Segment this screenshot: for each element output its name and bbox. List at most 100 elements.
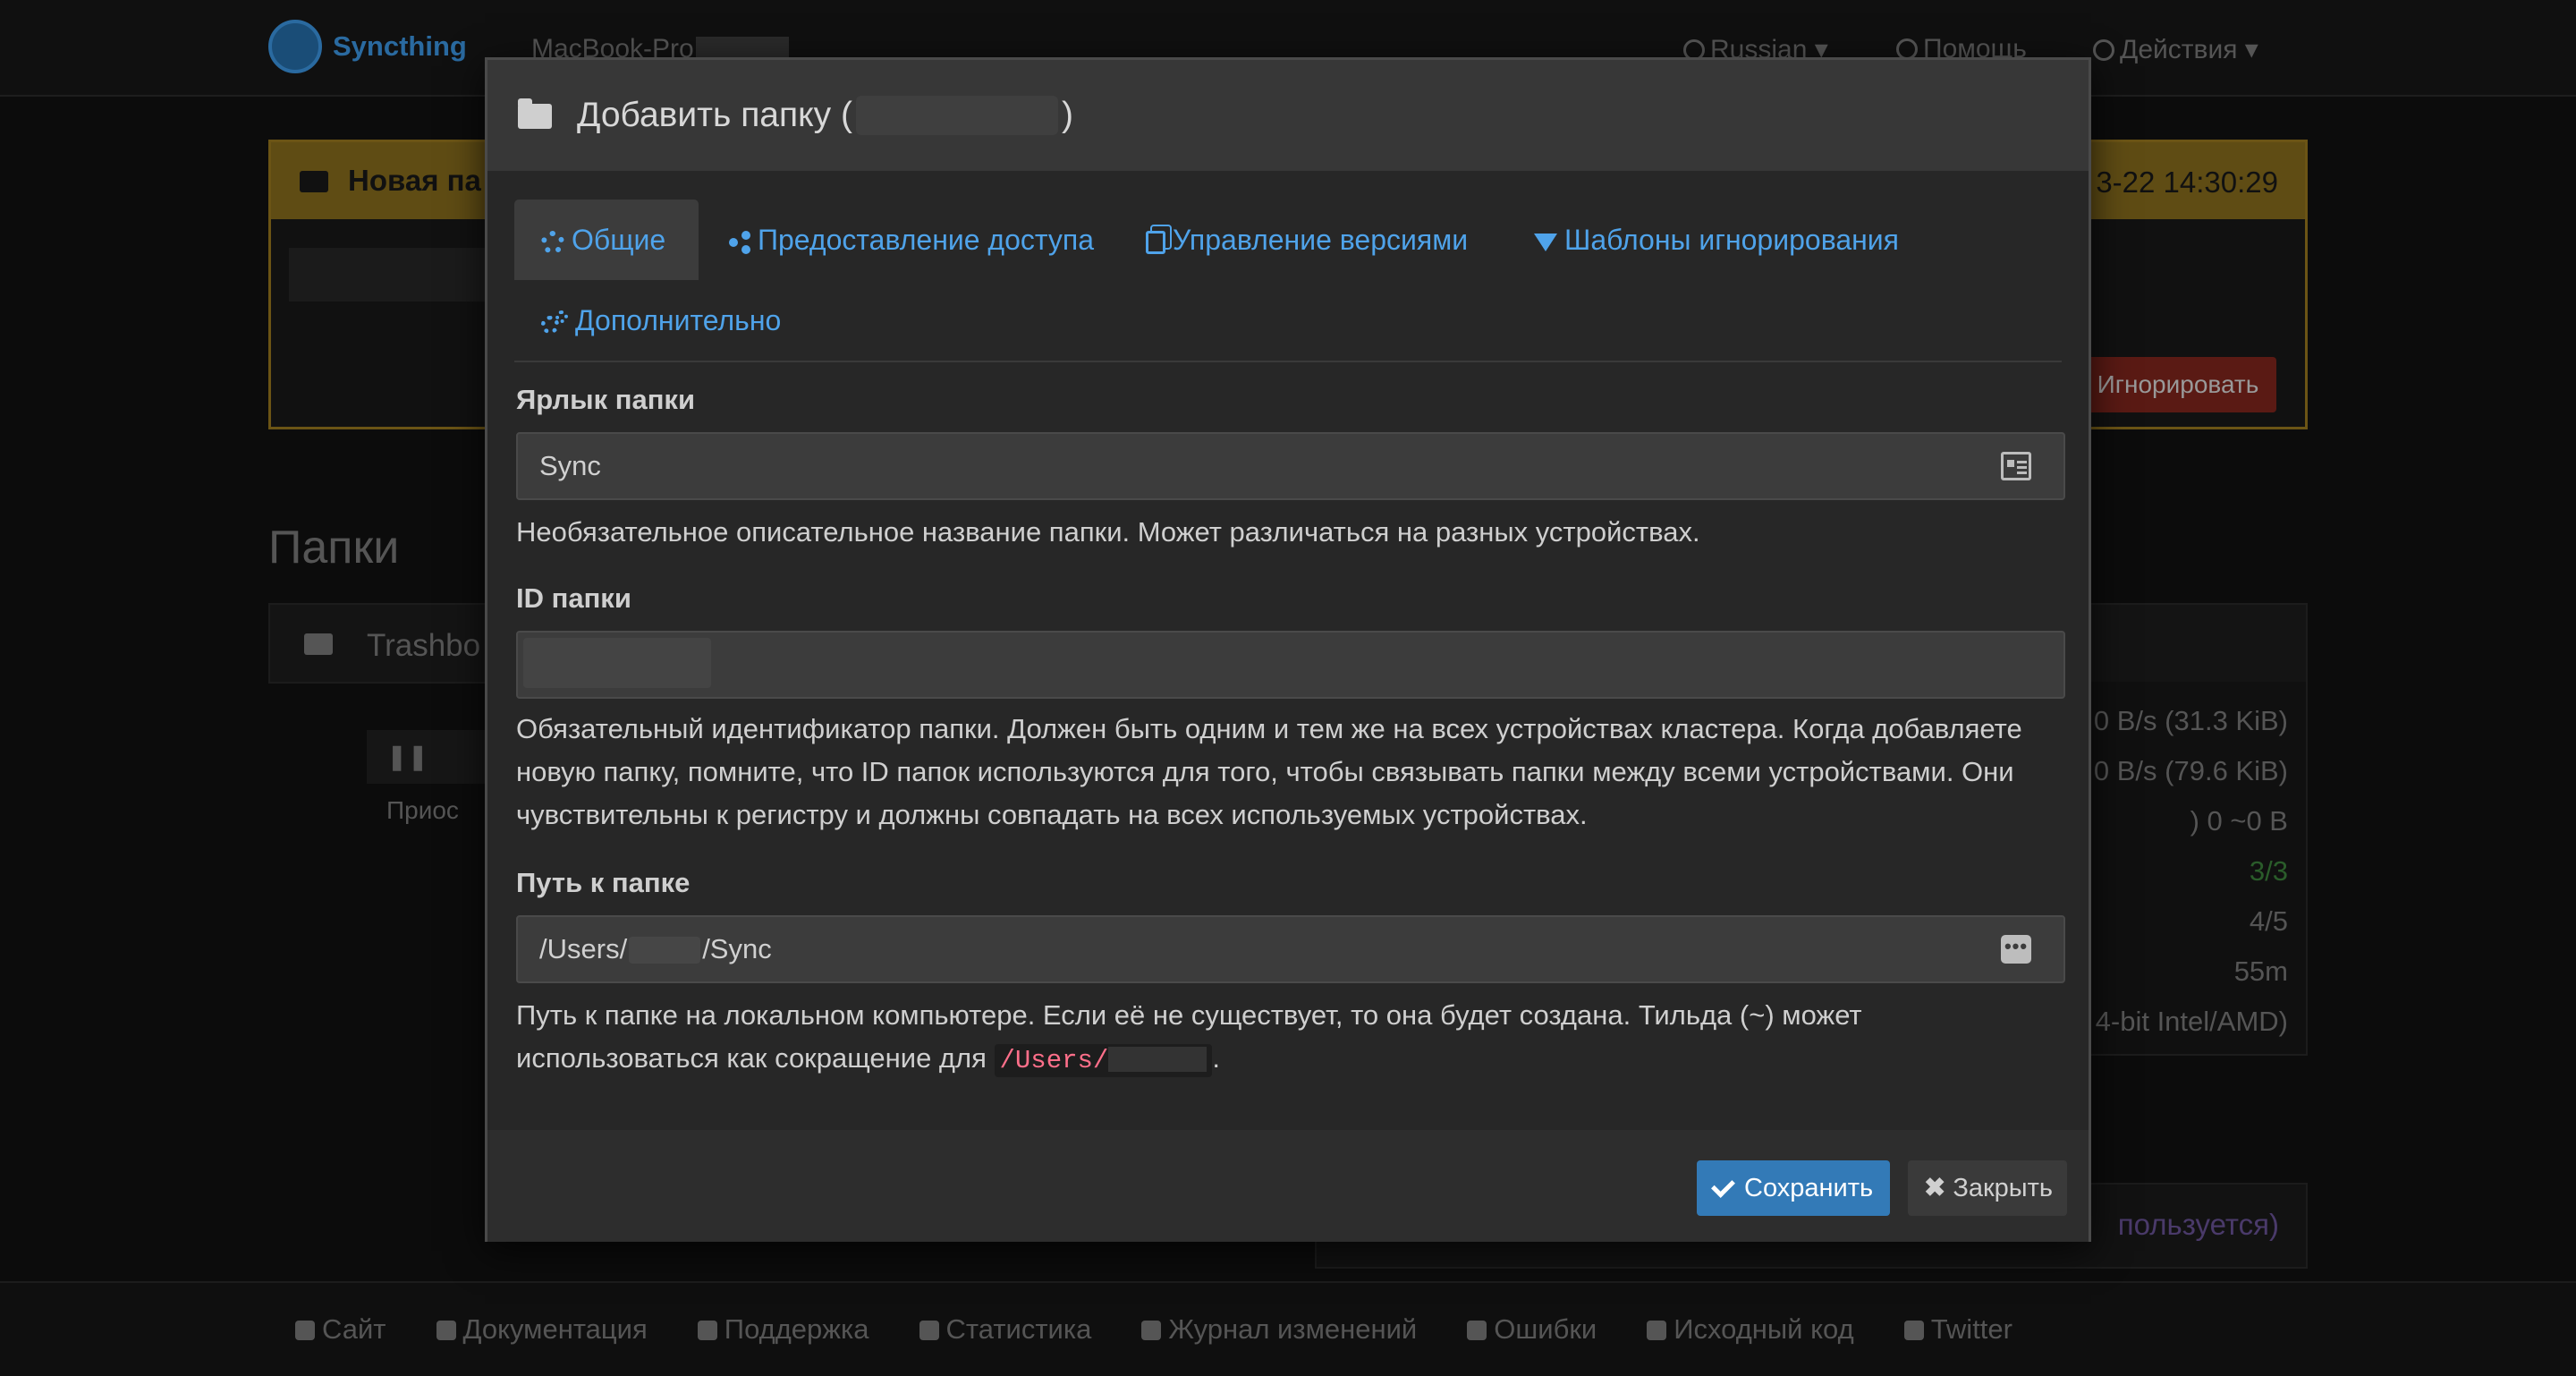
folder-path-prefix: /Users/ — [539, 933, 628, 964]
footer-link-site[interactable]: Сайт — [295, 1313, 386, 1346]
home-path-code: /Users/ — [994, 1044, 1213, 1077]
footer-link-support[interactable]: Поддержка — [697, 1313, 869, 1346]
modal-tabs: Общие Предоставление доступа Управление … — [514, 200, 2062, 362]
id-card-icon — [2001, 452, 2031, 480]
redacted-block — [1108, 1047, 1208, 1072]
close-button[interactable]: ✖ Закрыть — [1908, 1160, 2067, 1216]
footer-link-bugs[interactable]: Ошибки — [1467, 1313, 1597, 1346]
footer-link-label: Исходный код — [1674, 1313, 1854, 1345]
file-icon — [1141, 1321, 1162, 1340]
modal-title: Добавить папку () — [518, 96, 1073, 135]
modal-footer: Сохранить ✖ Закрыть — [487, 1130, 2089, 1242]
folder-path-value: /Users/ /Sync — [539, 933, 772, 965]
ignore-button[interactable]: Игнорировать — [2080, 357, 2276, 412]
save-button-label: Сохранить — [1744, 1174, 1874, 1202]
redacted-block — [855, 96, 1058, 135]
gear-icon — [2093, 39, 2114, 61]
notice-title: Новая па — [300, 164, 481, 198]
footer-link-label: Twitter — [1930, 1313, 2012, 1345]
bug-icon — [1467, 1321, 1487, 1340]
redacted-block — [629, 937, 701, 964]
footer-link-changelog[interactable]: Журнал изменений — [1141, 1313, 1417, 1346]
actions-label: Действия — [2120, 35, 2238, 64]
tab-advanced[interactable]: Дополнительно — [514, 280, 808, 361]
add-folder-modal: Добавить папку () Общие Предоставление д… — [485, 57, 2091, 1242]
footer-link-label: Поддержка — [724, 1313, 869, 1345]
twitter-icon — [1903, 1321, 1924, 1340]
pause-label: Приос — [386, 796, 459, 824]
footer-link-source[interactable]: Исходный код — [1647, 1313, 1854, 1346]
stat-discovery: 4/5 — [2249, 905, 2288, 937]
folder-label-help: Необязательное описательное название пап… — [516, 516, 1700, 548]
folder-path-input[interactable]: /Users/ /Sync — [516, 915, 2065, 983]
tab-general[interactable]: Общие — [514, 200, 699, 280]
book-icon — [436, 1321, 456, 1340]
save-button[interactable]: Сохранить — [1697, 1160, 1890, 1216]
folder-path-heading: Путь к папке — [516, 867, 691, 898]
bar-chart-icon — [919, 1321, 939, 1340]
actions-menu[interactable]: Действия ▾ — [2093, 34, 2258, 65]
stat-listeners: 3/3 — [2249, 855, 2288, 887]
notice-title-text: Новая па — [348, 164, 481, 197]
tab-general-label: Общие — [572, 224, 666, 256]
footer-link-twitter[interactable]: Twitter — [1903, 1313, 2012, 1346]
footer-link-label: Сайт — [322, 1313, 386, 1345]
close-icon: ✖ — [1924, 1174, 1946, 1202]
redacted-block — [289, 248, 486, 302]
tab-sharing[interactable]: Предоставление доступа — [700, 200, 1121, 280]
tab-ignore-patterns[interactable]: Шаблоны игнорирования — [1507, 200, 1926, 280]
tab-versioning[interactable]: Управление версиями — [1119, 200, 1495, 280]
filter-icon — [1534, 233, 1557, 251]
footer-link-stats[interactable]: Статистика — [919, 1313, 1092, 1346]
folder-icon — [304, 633, 333, 655]
folder-icon — [518, 98, 552, 129]
syncthing-logo-icon — [268, 20, 322, 73]
footer-link-label: Ошибки — [1494, 1313, 1597, 1345]
folder-row-label: Trashbo — [367, 628, 481, 663]
folder-label-heading: Ярлык папки — [516, 384, 696, 415]
share-icon — [727, 231, 750, 254]
tab-advanced-label: Дополнительно — [575, 304, 782, 336]
tab-versioning-label: Управление версиями — [1173, 224, 1469, 256]
footer: Сайт Документация Поддержка Статистика Ж… — [0, 1281, 2576, 1376]
folder-label-input[interactable] — [516, 432, 2065, 500]
gear-icon — [541, 230, 564, 254]
stat-local-state: ) 0 ~0 B — [2190, 805, 2288, 837]
footer-link-label: Статистика — [945, 1313, 1092, 1345]
folder-path-suffix: /Sync — [702, 933, 772, 964]
folder-icon — [300, 171, 328, 192]
footer-links: Сайт Документация Поддержка Статистика Ж… — [295, 1313, 2063, 1346]
cogs-icon — [541, 310, 568, 336]
folder-id-input[interactable] — [516, 631, 2065, 699]
close-button-label: Закрыть — [1953, 1174, 2054, 1202]
folder-id-field — [516, 631, 2065, 699]
check-icon — [1711, 1174, 1735, 1198]
folder-id-help: Обязательный идентификатор папки. Должен… — [516, 713, 2022, 830]
wrench-icon — [1647, 1321, 1667, 1340]
modal-title-suffix: ) — [1061, 96, 1073, 134]
tab-sharing-label: Предоставление доступа — [758, 224, 1095, 256]
folders-heading: Папки — [268, 522, 400, 573]
footer-link-label: Журнал изменений — [1168, 1313, 1418, 1345]
stat-uptime: 55m — [2233, 956, 2288, 987]
footer-link-label: Документация — [462, 1313, 648, 1345]
tab-ignore-label: Шаблоны игнорирования — [1564, 224, 1899, 256]
folder-path-help-end: . — [1212, 1042, 1220, 1074]
modal-title-text: Добавить папку ( — [577, 96, 852, 134]
home-icon — [295, 1321, 315, 1340]
folder-path-help: Путь к папке на локальном компьютере. Ес… — [516, 994, 2072, 1083]
home-path-text: /Users/ — [999, 1046, 1109, 1075]
brand[interactable]: Syncthing — [268, 20, 467, 73]
footer-link-docs[interactable]: Документация — [436, 1313, 648, 1346]
folder-id-heading: ID папки — [516, 582, 631, 614]
remote-device-status: пользуется) — [2117, 1208, 2279, 1241]
stat-version: 4-bit Intel/AMD) — [2095, 1006, 2288, 1037]
question-icon — [697, 1321, 717, 1340]
browse-dots-icon[interactable]: ••• — [2001, 935, 2031, 964]
pause-button[interactable]: ❚❚ Приос — [367, 730, 501, 824]
stat-upload: 0 B/s (79.6 KiB) — [2093, 755, 2288, 786]
stat-download: 0 B/s (31.3 KiB) — [2093, 705, 2288, 736]
redacted-block — [523, 638, 711, 688]
notice-time: 3-22 14:30:29 — [2096, 166, 2278, 199]
brand-name: Syncthing — [333, 30, 467, 62]
